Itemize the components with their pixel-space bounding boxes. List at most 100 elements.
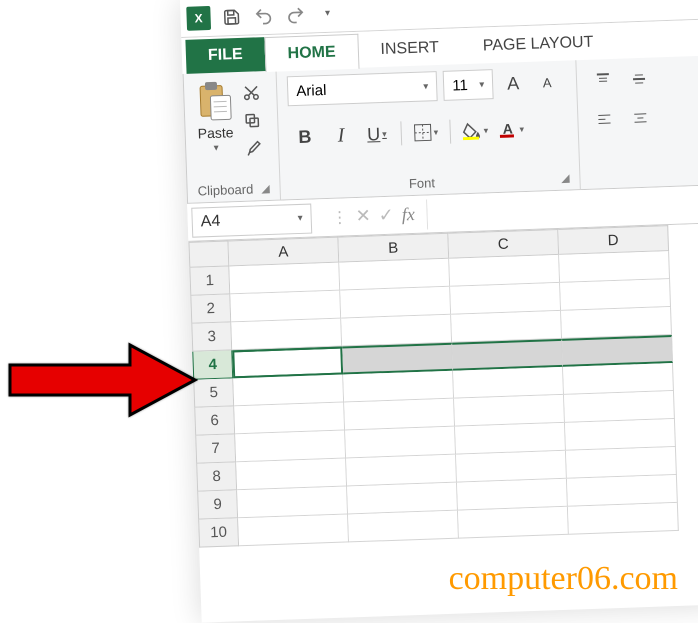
format-painter-button[interactable] <box>242 137 265 160</box>
cell[interactable] <box>344 399 455 431</box>
increase-font-button[interactable]: A <box>499 69 528 98</box>
align-left-button[interactable] <box>588 105 621 136</box>
cancel-formula-button[interactable]: ✕ <box>355 205 371 227</box>
cell[interactable] <box>347 483 458 515</box>
cell[interactable] <box>566 447 677 479</box>
name-box-value: A4 <box>200 212 220 231</box>
chevron-down-icon: ▾ <box>423 81 428 92</box>
chevron-down-icon: ▾ <box>479 79 484 90</box>
cell[interactable] <box>234 403 345 435</box>
tab-insert[interactable]: INSERT <box>358 30 462 68</box>
cell[interactable] <box>238 514 349 546</box>
row-header[interactable]: 3 <box>191 322 232 351</box>
row-header[interactable]: 7 <box>195 434 236 463</box>
cell[interactable] <box>340 287 451 319</box>
cell[interactable] <box>233 375 344 407</box>
row-header[interactable]: 6 <box>194 406 235 435</box>
cell[interactable] <box>343 371 454 403</box>
font-name-value: Arial <box>296 81 327 99</box>
cell[interactable] <box>457 479 568 511</box>
excel-icon: X <box>186 5 211 30</box>
cell[interactable] <box>235 430 346 462</box>
row-header[interactable]: 5 <box>193 378 234 407</box>
customize-qat-icon[interactable]: ▾ <box>316 2 339 25</box>
cell[interactable] <box>562 335 673 367</box>
group-font: Arial ▾ 11 ▾ A A B I U▾ <box>277 60 581 199</box>
group-alignment <box>576 57 668 189</box>
underline-button[interactable]: U▾ <box>360 119 393 150</box>
cell[interactable] <box>453 367 564 399</box>
row-header[interactable]: 8 <box>196 462 237 491</box>
cell[interactable] <box>231 319 342 351</box>
column-header[interactable]: D <box>558 225 669 255</box>
row-header[interactable]: 1 <box>189 266 230 295</box>
cell[interactable] <box>237 486 348 518</box>
cell[interactable] <box>449 255 560 287</box>
cell[interactable] <box>458 507 569 539</box>
cell[interactable] <box>559 251 670 283</box>
redo-icon[interactable] <box>284 3 307 26</box>
ribbon: Paste ▾ Clipboard ◢ <box>183 56 698 204</box>
cell[interactable] <box>561 307 672 339</box>
column-header[interactable]: A <box>228 237 339 267</box>
cell[interactable] <box>230 291 341 323</box>
cell[interactable] <box>342 343 453 375</box>
separator <box>400 121 402 145</box>
spreadsheet-grid[interactable]: A B C D 1 2 3 4 5 6 7 8 9 10 <box>188 224 698 548</box>
cut-button[interactable] <box>240 81 263 104</box>
cell[interactable] <box>452 339 563 371</box>
font-color-button[interactable]: A ▾ <box>494 114 527 145</box>
font-name-select[interactable]: Arial ▾ <box>287 71 438 106</box>
cell[interactable] <box>339 259 450 291</box>
cell[interactable] <box>229 263 340 295</box>
cell[interactable] <box>236 458 347 490</box>
fx-icon[interactable]: fx <box>401 204 415 225</box>
save-icon[interactable] <box>220 5 243 28</box>
row-header[interactable]: 2 <box>190 294 231 323</box>
row-header[interactable]: 4 <box>192 350 233 379</box>
name-box[interactable]: A4 ▾ <box>191 203 312 237</box>
cell[interactable] <box>565 419 676 451</box>
font-size-select[interactable]: 11 ▾ <box>443 69 494 101</box>
cell[interactable] <box>450 283 561 315</box>
cell[interactable] <box>346 455 457 487</box>
cell[interactable] <box>341 315 452 347</box>
bold-button[interactable]: B <box>288 121 321 152</box>
italic-button[interactable]: I <box>324 120 357 151</box>
cell[interactable] <box>564 391 675 423</box>
cell[interactable] <box>451 311 562 343</box>
cell[interactable] <box>454 395 565 427</box>
borders-button[interactable]: ▾ <box>409 117 442 148</box>
cell[interactable] <box>348 511 459 543</box>
fill-color-button[interactable]: ▾ <box>458 115 491 146</box>
align-middle-button[interactable] <box>623 63 656 94</box>
cell[interactable] <box>568 503 679 535</box>
row-header[interactable]: 10 <box>198 518 239 547</box>
cell[interactable] <box>567 475 678 507</box>
row-header[interactable]: 9 <box>197 490 238 519</box>
font-dialog-launcher-icon[interactable]: ◢ <box>553 172 570 186</box>
undo-icon[interactable] <box>252 4 275 27</box>
cell[interactable] <box>563 363 674 395</box>
column-header[interactable]: B <box>338 233 449 263</box>
tab-home[interactable]: HOME <box>264 34 359 72</box>
copy-button[interactable] <box>241 109 264 132</box>
chevron-down-icon: ▾ <box>297 213 302 224</box>
align-top-button[interactable] <box>587 65 620 96</box>
active-cell[interactable] <box>232 347 343 379</box>
formula-input[interactable] <box>427 189 698 229</box>
align-center-button[interactable] <box>624 103 657 134</box>
decrease-font-button[interactable]: A <box>533 68 562 97</box>
paste-button[interactable]: Paste ▾ <box>194 78 237 154</box>
cell[interactable] <box>456 451 567 483</box>
cell[interactable] <box>560 279 671 311</box>
enter-formula-button[interactable]: ✓ <box>378 205 394 227</box>
tab-page-layout[interactable]: PAGE LAYOUT <box>460 25 616 64</box>
column-header[interactable]: C <box>448 229 559 259</box>
tab-file[interactable]: FILE <box>185 37 265 74</box>
select-all-corner[interactable] <box>188 240 229 267</box>
paste-dropdown-icon[interactable]: ▾ <box>213 143 218 154</box>
cell[interactable] <box>345 427 456 459</box>
clipboard-dialog-launcher-icon[interactable]: ◢ <box>253 182 270 196</box>
cell[interactable] <box>455 423 566 455</box>
